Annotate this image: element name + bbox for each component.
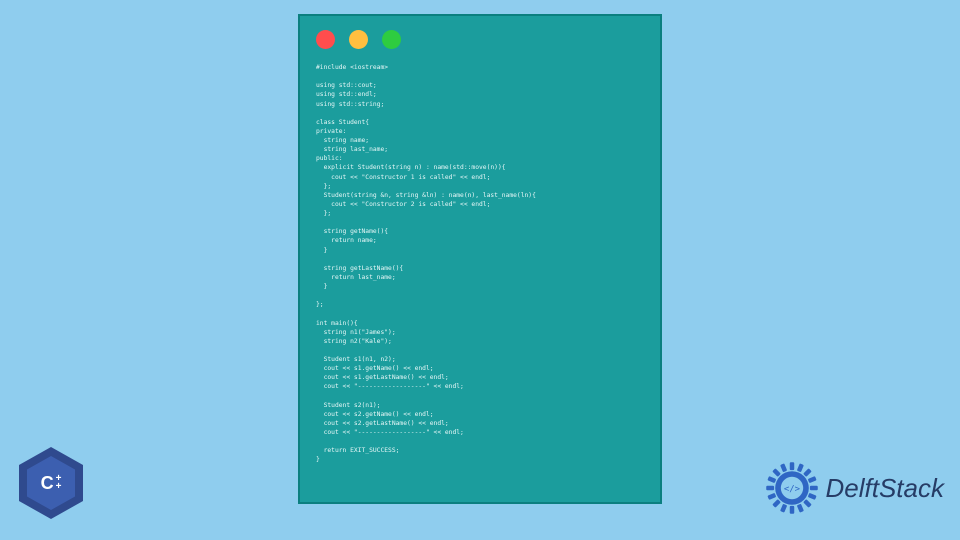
code-window: #include <iostream> using std::cout; usi… xyxy=(298,14,662,504)
brand-lockup: </> DelftStack xyxy=(764,460,945,516)
brand-name: DelftStack xyxy=(826,473,945,504)
window-traffic-lights xyxy=(316,30,644,49)
code-block: #include <iostream> using std::cout; usi… xyxy=(316,63,644,465)
svg-text:</>: </> xyxy=(783,484,799,494)
cpp-logo: C + + xyxy=(16,444,86,522)
cpp-hexagon-icon: C + + xyxy=(19,447,83,519)
minimize-icon xyxy=(349,30,368,49)
brand-gear-icon: </> xyxy=(764,460,820,516)
cpp-plus-bottom: + xyxy=(56,483,62,491)
close-icon xyxy=(316,30,335,49)
cpp-letter: C xyxy=(41,473,54,494)
maximize-icon xyxy=(382,30,401,49)
